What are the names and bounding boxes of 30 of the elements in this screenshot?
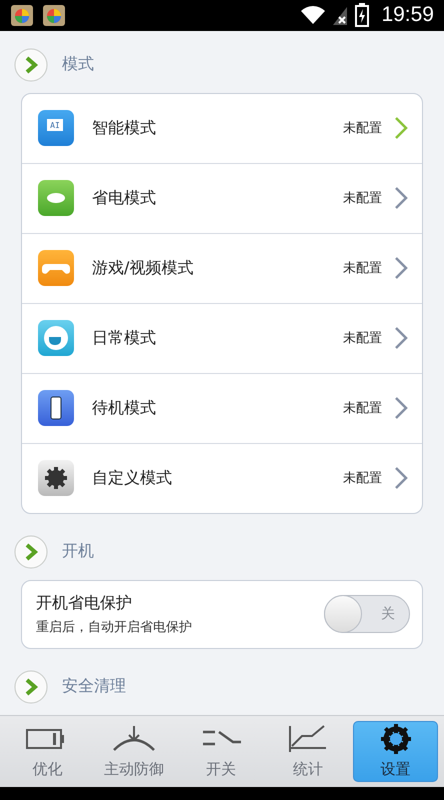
app-notification-icon [42,3,66,28]
setting-description: 重启后，自动开启省电保护 [36,618,193,636]
phone-icon [38,390,74,426]
mode-row[interactable]: 游戏/视频模式 未配置 [22,232,422,303]
cup-icon [38,320,74,356]
nav-tab[interactable]: 统计 [266,720,350,782]
gear-icon [38,460,74,496]
chevron-right-icon [14,534,48,569]
app-notification-icon [10,3,34,28]
game-icon [38,250,74,286]
chip-icon: AI [38,110,74,146]
status-time: 19:59 [381,3,434,28]
nav-tab[interactable]: 开关 [180,720,262,782]
no-signal-icon [333,5,348,26]
chevron-right-icon [14,670,48,704]
nav-tab[interactable]: 优化 [6,720,89,782]
section-title: 开机 [62,541,94,562]
chevron-right-icon [14,48,48,82]
section-title: 安全清理 [62,676,126,698]
mode-row[interactable]: 自定义模式 未配置 [22,442,422,513]
nav-tab[interactable]: 设置 [353,720,438,782]
wifi-icon [301,5,326,26]
mode-row[interactable]: 日常模式 未配置 [22,302,422,373]
mode-row[interactable]: 省电模式 未配置 [22,162,422,233]
leaf-icon [38,180,74,216]
mode-row[interactable]: 待机模式 未配置 [22,372,422,443]
section-title: 模式 [62,54,94,76]
nav-tab[interactable]: 主动防御 [92,720,176,782]
mode-row[interactable]: AI 智能模式 未配置 [22,94,422,163]
setting-label: 开机省电保护 [36,592,133,614]
